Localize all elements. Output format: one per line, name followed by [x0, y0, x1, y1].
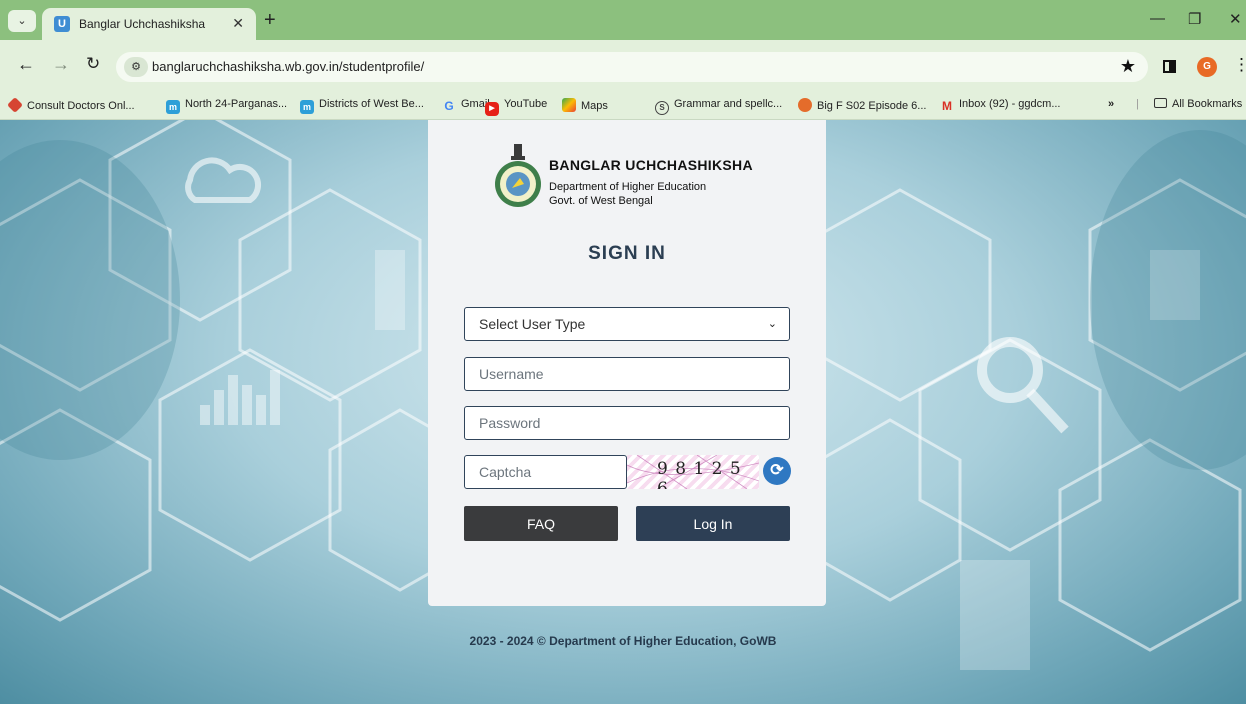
youtube-icon: ▶	[485, 102, 499, 116]
bookmark-item[interactable]: ▶ YouTube	[485, 98, 547, 116]
bookmark-label: YouTube	[504, 98, 548, 110]
bookmark-star-icon[interactable]: ★	[1120, 56, 1136, 77]
brand-government: Govt. of West Bengal	[549, 195, 653, 207]
diamond-icon	[7, 97, 23, 113]
browser-menu-icon[interactable]: ⋮	[1233, 55, 1246, 75]
chevron-down-icon: ⌄	[767, 318, 777, 330]
tab-search-button[interactable]: ⌄	[8, 10, 36, 32]
folder-icon	[1154, 98, 1167, 108]
m-icon: m	[300, 100, 314, 114]
google-icon: G	[444, 99, 454, 113]
close-window-button[interactable]: ✕	[1229, 10, 1242, 28]
password-input[interactable]: Password	[464, 406, 790, 440]
reload-button[interactable]: ↻	[86, 54, 100, 74]
bookmark-item[interactable]: M Inbox (92) - ggdcm...	[940, 98, 1061, 113]
captcha-image: 9 8 1 2 5 6	[627, 455, 759, 489]
bookmark-item[interactable]: Consult Doctors Onl...	[7, 97, 135, 113]
bookmark-item[interactable]: m Districts of West Be...	[300, 98, 424, 114]
site-info-icon[interactable]: ⚙	[124, 57, 148, 77]
grammar-icon: S	[655, 101, 669, 115]
bookmark-item[interactable]: m North 24-Parganas...	[166, 98, 287, 114]
tab-close-icon[interactable]: ✕	[232, 15, 244, 32]
bookmark-item[interactable]: G Gmail	[442, 98, 489, 113]
bookmark-label: Consult Doctors Onl...	[27, 100, 135, 112]
more-bookmarks-button[interactable]: »	[1108, 98, 1114, 110]
captcha-input[interactable]: Captcha	[464, 455, 627, 489]
page-title: SIGN IN	[588, 243, 666, 264]
restore-button[interactable]: ❐	[1188, 10, 1201, 28]
bookmark-item[interactable]: Maps	[562, 98, 608, 112]
user-type-select[interactable]: Select User Type ⌄	[464, 307, 790, 341]
west-bengal-emblem-icon	[495, 144, 541, 207]
new-tab-button[interactable]: +	[264, 9, 276, 32]
forward-button[interactable]: →	[52, 54, 70, 75]
site-favicon-icon: U	[54, 16, 70, 32]
url-text: banglaruchchashiksha.wb.gov.in/studentpr…	[152, 59, 425, 74]
podcast-icon	[798, 98, 812, 112]
gmail-icon: M	[942, 99, 952, 113]
all-bookmarks-label: All Bookmarks	[1172, 98, 1243, 110]
tab-strip: ⌄ U Banglar Uchchashiksha ✕ + — ❐ ✕	[0, 0, 1246, 40]
bookmark-label: North 24-Parganas...	[185, 98, 288, 110]
address-bar[interactable]: ⚙ banglaruchchashiksha.wb.gov.in/student…	[116, 52, 1148, 82]
bookmark-item[interactable]: Big F S02 Episode 6...	[798, 98, 926, 112]
m-icon: m	[166, 100, 180, 114]
tab-title: Banglar Uchchashiksha	[79, 17, 206, 31]
all-bookmarks-button[interactable]: All Bookmarks	[1154, 98, 1242, 110]
captcha-code: 9 8 1 2 5 6	[657, 459, 742, 489]
tab-active[interactable]: U Banglar Uchchashiksha ✕	[42, 8, 256, 40]
footer-copyright: 2023 - 2024 © Department of Higher Educa…	[469, 634, 777, 648]
refresh-captcha-icon[interactable]: ⟳	[763, 457, 791, 485]
brand-title: BANGLAR UCHCHASHIKSHA	[549, 157, 753, 173]
login-button[interactable]: Log In	[636, 506, 790, 541]
maps-icon	[562, 98, 576, 112]
side-panel-icon[interactable]	[1163, 60, 1176, 73]
bookmark-label: Maps	[581, 100, 608, 112]
bookmark-label: Inbox (92) - ggdcm...	[959, 98, 1061, 110]
bookmark-label: Grammar and spellc...	[674, 98, 783, 110]
bookmark-item[interactable]: S Grammar and spellc...	[655, 98, 782, 115]
bookmark-label: Big F S02 Episode 6...	[817, 100, 927, 112]
bookmarks-divider: |	[1136, 98, 1139, 110]
back-button[interactable]: ←	[17, 54, 35, 75]
bookmarks-bar: Consult Doctors Onl... m North 24-Pargana…	[0, 92, 1246, 120]
bookmark-label: Districts of West Be...	[319, 98, 424, 110]
faq-button[interactable]: FAQ	[464, 506, 618, 541]
brand-department: Department of Higher Education	[549, 181, 707, 193]
minimize-button[interactable]: —	[1150, 10, 1165, 27]
user-type-selected-value: Select User Type	[479, 316, 586, 332]
profile-avatar[interactable]: G	[1197, 57, 1217, 77]
username-input[interactable]: Username	[464, 357, 790, 391]
page-background: BANGLAR UCHCHASHIKSHA Department of High…	[0, 120, 1246, 704]
login-card: BANGLAR UCHCHASHIKSHA Department of High…	[428, 120, 826, 606]
